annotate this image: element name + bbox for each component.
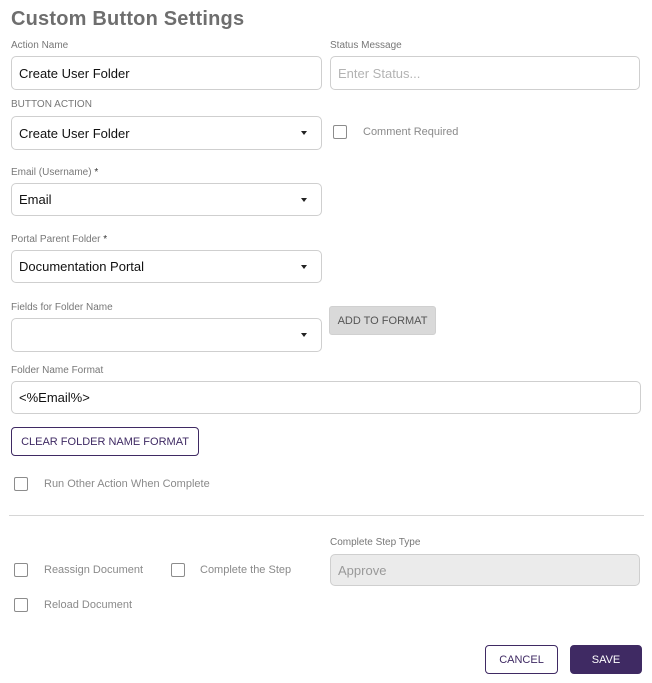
button-action-label: BUTTON ACTION — [11, 99, 92, 110]
folder-name-format-input[interactable]: <%Email%> — [11, 381, 641, 414]
button-action-select[interactable]: Create User Folder — [11, 116, 322, 150]
status-message-placeholder: Enter Status... — [338, 65, 421, 81]
status-message-label: Status Message — [330, 40, 402, 51]
run-other-action-checkbox[interactable] — [14, 477, 28, 491]
fields-for-folder-name-label: Fields for Folder Name — [11, 302, 113, 313]
complete-the-step-checkbox[interactable] — [171, 563, 185, 577]
comment-required-label: Comment Required — [363, 126, 459, 138]
fields-for-folder-name-select[interactable] — [11, 318, 322, 352]
reassign-document-checkbox[interactable] — [14, 563, 28, 577]
cancel-button[interactable]: CANCEL — [485, 645, 558, 674]
portal-parent-folder-label-text: Portal Parent Folder — [11, 234, 101, 245]
add-to-format-button[interactable]: ADD TO FORMAT — [329, 306, 436, 335]
reload-document-label: Reload Document — [44, 599, 133, 611]
clear-folder-name-format-button[interactable]: CLEAR FOLDER NAME FORMAT — [11, 427, 199, 456]
action-name-value: Create User Folder — [19, 65, 130, 81]
reload-document-checkbox[interactable] — [14, 598, 28, 612]
section-divider — [9, 515, 644, 516]
reassign-document-label: Reassign Document — [44, 564, 144, 576]
comment-required-checkbox[interactable] — [333, 125, 347, 139]
chevron-down-icon — [301, 197, 307, 202]
complete-step-type-value: Approve — [338, 562, 387, 578]
folder-name-format-value: <%Email%> — [19, 390, 90, 405]
email-username-value: Email — [19, 192, 52, 207]
chevron-down-icon — [301, 131, 307, 135]
save-button[interactable]: SAVE — [570, 645, 642, 674]
button-action-value: Create User Folder — [19, 125, 130, 141]
folder-name-format-label: Folder Name Format — [11, 365, 104, 376]
page-title: Custom Button Settings — [11, 8, 245, 30]
chevron-down-icon — [301, 264, 307, 269]
portal-parent-folder-value: Documentation Portal — [19, 259, 145, 274]
portal-parent-folder-select[interactable]: Documentation Portal — [11, 250, 322, 283]
action-name-input[interactable]: Create User Folder — [11, 56, 322, 90]
status-message-input[interactable]: Enter Status... — [330, 56, 640, 90]
email-username-label: Email (Username) * — [11, 167, 98, 178]
complete-step-type-input: Approve — [330, 554, 640, 586]
action-name-label: Action Name — [11, 40, 69, 51]
portal-parent-folder-label: Portal Parent Folder * — [11, 234, 107, 245]
complete-the-step-label: Complete the Step — [200, 564, 292, 576]
required-marker: * — [94, 167, 99, 178]
required-marker: * — [103, 234, 108, 245]
complete-step-type-label: Complete Step Type — [330, 537, 421, 548]
email-username-select[interactable]: Email — [11, 183, 322, 216]
run-other-action-label: Run Other Action When Complete — [44, 478, 210, 490]
chevron-down-icon — [301, 333, 307, 337]
email-username-label-text: Email (Username) — [11, 167, 92, 178]
